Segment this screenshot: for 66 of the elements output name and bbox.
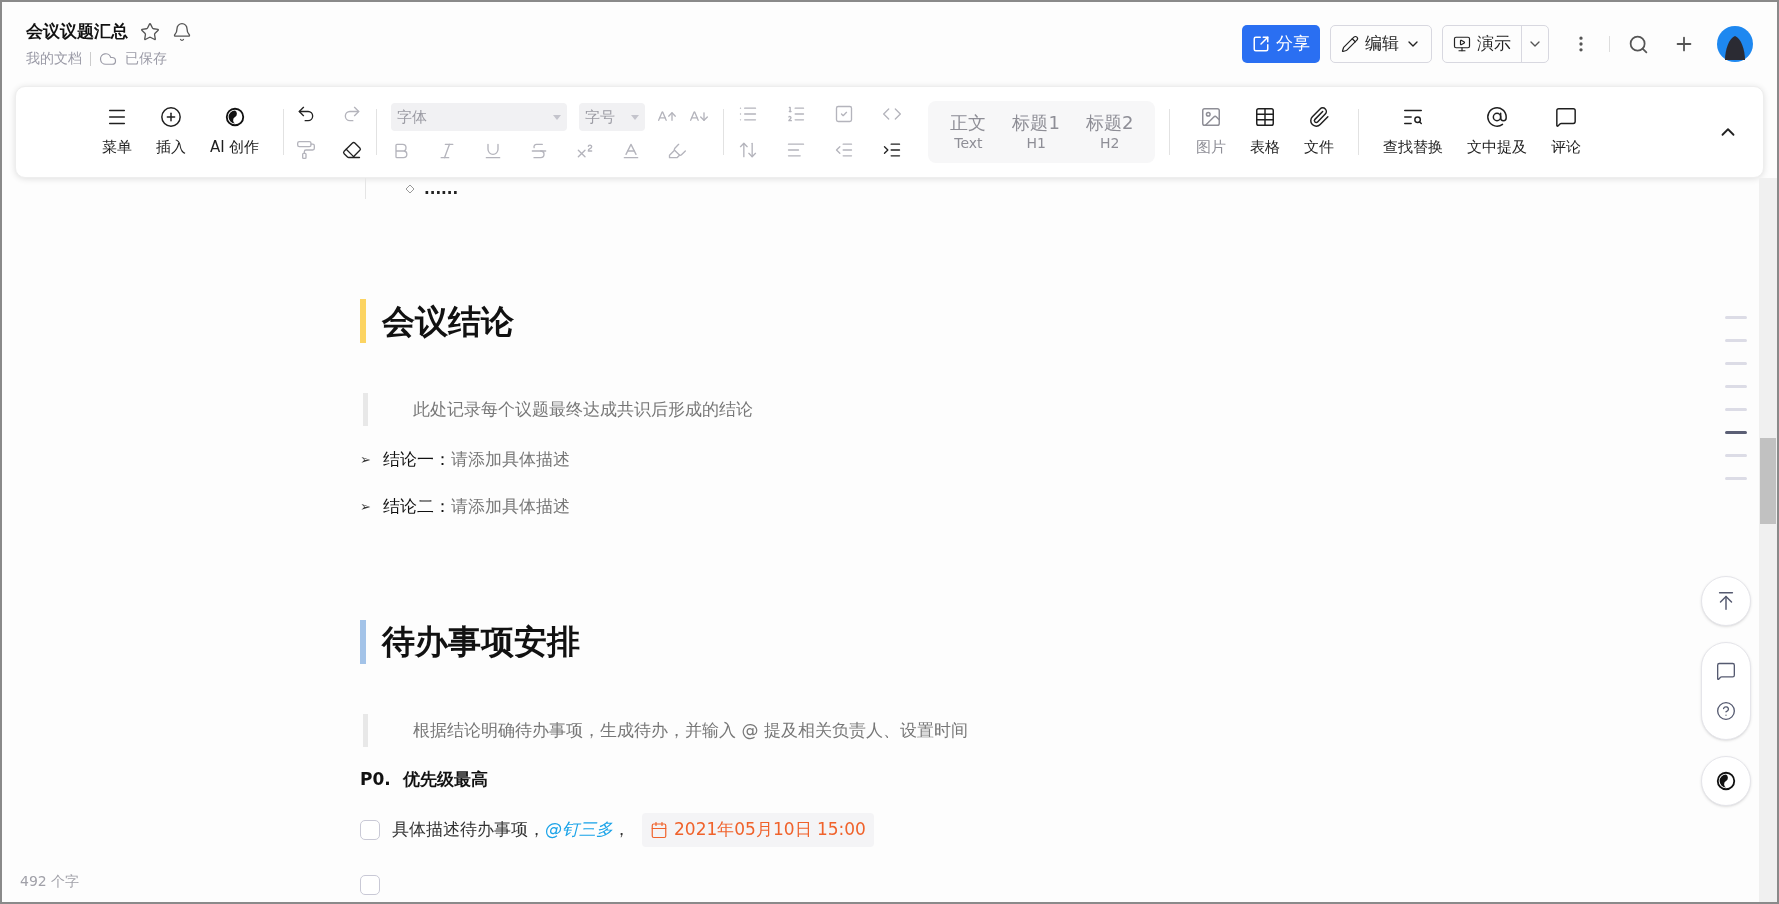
table-icon [1254, 105, 1277, 128]
section-heading: 会议结论 [382, 300, 514, 343]
list-item-text: 结论二：请添加具体描述 [383, 494, 570, 518]
calendar-icon [650, 820, 668, 839]
toolbar-button[interactable]: 菜单 [90, 101, 144, 163]
highlighter-icon[interactable] [667, 141, 688, 161]
toolbar-button[interactable]: 文中提及 [1455, 101, 1540, 163]
monitor-play-icon [1453, 35, 1471, 53]
toolbar-button[interactable]: 评论 [1539, 101, 1594, 163]
checkbox-icon[interactable] [834, 104, 855, 124]
todo-checkbox[interactable] [360, 819, 380, 840]
outline-marker[interactable] [1725, 431, 1747, 434]
list-item-text: ...... [424, 183, 459, 194]
quote-text: 根据结论明确待办事项，生成待办，并输入 @ 提及相关负责人、设置时间 [413, 718, 968, 742]
toolbar-button[interactable]: AI 创作 [198, 101, 272, 163]
save-status: 已保存 [125, 49, 167, 69]
caret-icon [553, 114, 562, 120]
outline-marker[interactable] [1725, 454, 1747, 457]
at-icon [1486, 105, 1509, 128]
image-icon [1200, 105, 1223, 128]
toolbar-button[interactable]: 文件 [1292, 101, 1347, 163]
line-height-icon[interactable] [738, 140, 759, 160]
outline-marker[interactable] [1725, 316, 1747, 319]
section-heading: 待办事项安排 [382, 621, 580, 664]
avatar[interactable] [1717, 26, 1753, 62]
share-button[interactable]: 分享 [1242, 25, 1320, 63]
pencil-icon [1341, 35, 1359, 53]
toolbar-button[interactable]: 查找替换 [1371, 101, 1456, 163]
paperclip-icon [1308, 105, 1331, 128]
plus-circle-icon [160, 105, 182, 128]
todo-text: ， [613, 818, 630, 842]
eraser-icon[interactable] [342, 140, 363, 160]
edit-button[interactable]: 编辑 [1330, 25, 1432, 63]
quote-text: 此处记录每个议题最终达成共识后形成的结论 [413, 397, 753, 421]
comment-icon[interactable] [1716, 661, 1736, 681]
outline-marker[interactable] [1725, 339, 1747, 342]
bullet-diamond-icon [406, 184, 414, 193]
outline-marker[interactable] [1725, 408, 1747, 411]
todo-checkbox[interactable] [360, 874, 380, 895]
scrollbar[interactable] [1759, 178, 1777, 902]
caret-icon [631, 114, 640, 120]
toolbar-button[interactable]: 插入 [144, 101, 198, 163]
share-icon [1252, 35, 1270, 53]
outline-marker[interactable] [1725, 385, 1747, 388]
document-title: 会议议题汇总 [26, 19, 128, 43]
list-item-text: 结论一：请添加具体描述 [383, 447, 570, 471]
word-count: 492 个字 [20, 872, 80, 891]
bullet-marker: ➢ [360, 497, 372, 516]
toolbar-button[interactable]: 表格 [1238, 101, 1293, 163]
comment-icon [1555, 105, 1578, 128]
half-circle-icon [1715, 770, 1737, 792]
search-icon[interactable] [1628, 33, 1649, 55]
scrollbar-thumb[interactable] [1760, 438, 1776, 524]
outline-marker[interactable] [1725, 477, 1747, 480]
priority-label: P0. 优先级最高 [360, 767, 489, 791]
half-circle-icon [223, 105, 246, 128]
star-icon[interactable] [140, 21, 160, 42]
paint-roller-icon[interactable] [296, 140, 317, 160]
help-icon[interactable] [1716, 701, 1736, 721]
outline-marker[interactable] [1725, 362, 1747, 365]
bullet-marker: ➢ [360, 450, 372, 469]
todo-text: 具体描述待办事项， [392, 818, 545, 842]
back-to-top-button[interactable] [1701, 576, 1751, 626]
theme-button[interactable] [1701, 756, 1751, 806]
bell-icon[interactable] [172, 21, 192, 42]
numbered-list-icon[interactable] [786, 104, 807, 124]
